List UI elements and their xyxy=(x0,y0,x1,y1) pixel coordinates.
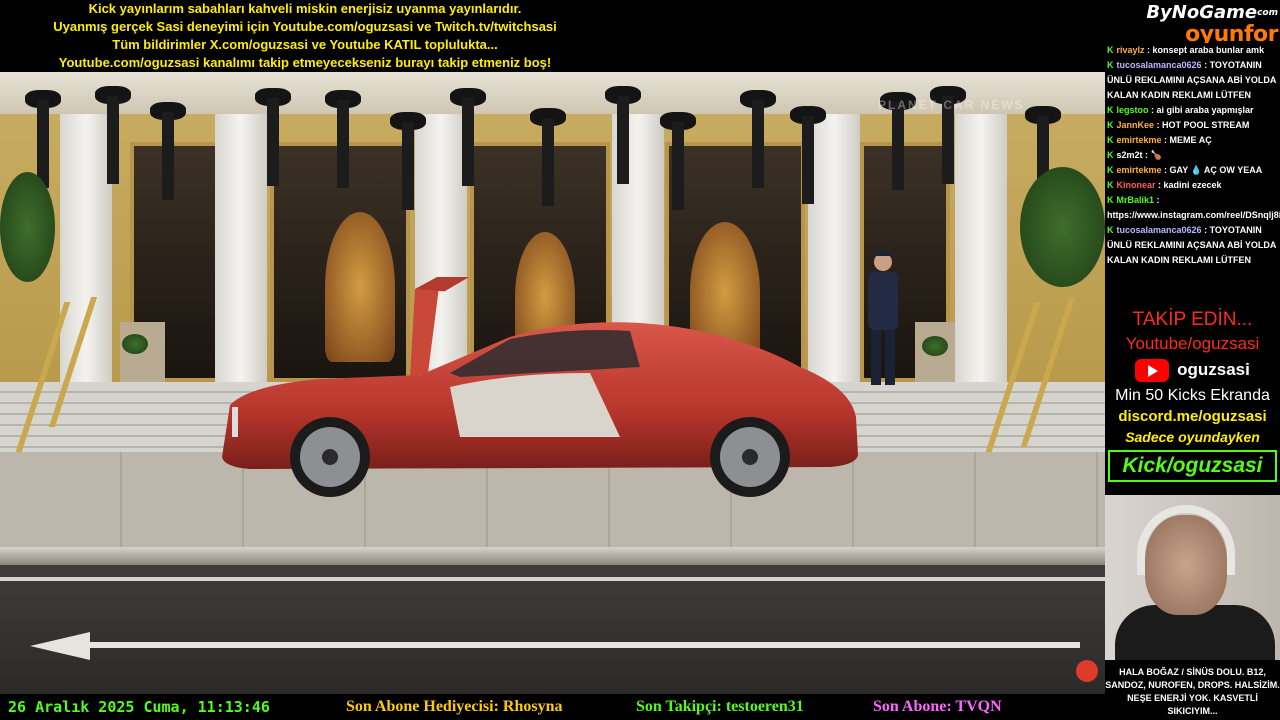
chat-separator: : xyxy=(1161,135,1170,145)
black-bow-decoration xyxy=(255,78,291,188)
kicks-note: Min 50 Kicks Ekranda xyxy=(1115,387,1270,404)
chat-text: GAY 💧 AÇ OW YEAA xyxy=(1169,165,1263,175)
youtube-channel-row[interactable]: oguzsasi xyxy=(1105,355,1280,385)
black-bow-decoration xyxy=(660,102,696,212)
top-banner: Kick yayınlarım sabahları kahveli miskin… xyxy=(0,0,1105,72)
chat-text: MEME AÇ xyxy=(1169,135,1212,145)
chat-separator: : xyxy=(1144,45,1153,55)
chat-message: K JannKee : HOT POOL STREAM xyxy=(1105,118,1280,133)
chat-message: Kemirtekme : GAY 💧 AÇ OW YEAA xyxy=(1105,163,1280,178)
black-bow-decoration xyxy=(390,102,426,212)
chat-username[interactable]: emirtekme xyxy=(1117,165,1162,175)
chat-separator: : xyxy=(1154,120,1163,130)
kick-badge-icon: K xyxy=(1107,165,1114,175)
now-badge-icon xyxy=(1076,660,1098,682)
chat-username[interactable]: Kinonear xyxy=(1117,180,1156,190)
kick-badge-icon: K xyxy=(1107,150,1114,160)
chat-separator: : xyxy=(1161,165,1170,175)
chat-username[interactable]: tucosalamanca0626 xyxy=(1117,225,1202,235)
bottom-ticker: 26 Aralık 2025 Cuma, 11:13:46 Son Abone … xyxy=(0,694,1105,720)
chat-username[interactable]: rivaylz xyxy=(1117,45,1145,55)
last-gifter: Son Abone Hediyecisi: Rhosyna xyxy=(346,698,563,715)
chat-username[interactable]: emirtekme xyxy=(1117,135,1162,145)
road xyxy=(0,565,1105,694)
chat-separator: : xyxy=(1155,180,1164,190)
planter-shrub xyxy=(922,336,948,356)
curb xyxy=(0,547,1105,565)
black-bow-decoration xyxy=(450,78,486,188)
youtube-logo-icon xyxy=(1135,358,1170,382)
datetime-display: 26 Aralık 2025 Cuma, 11:13:46 xyxy=(8,698,270,716)
chat-username[interactable]: legstoo xyxy=(1117,105,1149,115)
chat-username[interactable]: MrBalik1 xyxy=(1117,195,1155,205)
road-line xyxy=(0,577,1105,581)
chat-message: Ks2m2t : 🍗 xyxy=(1105,148,1280,163)
kick-badge-icon: K xyxy=(1107,195,1114,205)
chat-message: Klegstoo : ai gibi araba yapmışlar xyxy=(1105,103,1280,118)
chat-text: kadini ezecek xyxy=(1163,180,1222,190)
sponsor-logo-top: ByNoGamecom xyxy=(1103,2,1278,24)
youtube-channel-name: oguzsasi xyxy=(1177,360,1250,379)
chat-text: konsept araba bunlar amk xyxy=(1152,45,1265,55)
black-bow-decoration xyxy=(930,76,966,186)
chat-message: Krivaylz : konsept araba bunlar amk xyxy=(1105,43,1280,58)
black-bow-decoration xyxy=(325,80,361,190)
chat-text: ai gibi araba yapmışlar xyxy=(1156,105,1254,115)
black-bow-decoration xyxy=(605,76,641,186)
chat-separator: : xyxy=(1201,225,1210,235)
sponsor-name: ByNoGame xyxy=(1146,2,1258,23)
chat-message: K Kinonear : kadini ezecek xyxy=(1105,178,1280,193)
follow-call: TAKİP EDİN... xyxy=(1132,309,1253,330)
chat-separator: : xyxy=(1148,105,1157,115)
last-subscriber: Son Abone: TVQN xyxy=(873,698,1002,715)
chat-separator: : xyxy=(1142,150,1151,160)
chat-separator: : xyxy=(1154,195,1160,205)
chat-panel[interactable]: Krivaylz : konsept araba bunlar amk Ktuco… xyxy=(1105,43,1280,305)
status-note: HALA BOĞAZ / SİNÜS DOLU. B12, SANDOZ, NU… xyxy=(1105,660,1280,720)
banner-line-3: Tüm bildirimler X.com/oguzsasi ve Youtub… xyxy=(112,37,498,52)
black-bow-decoration xyxy=(740,80,776,190)
topiary-tree xyxy=(1020,167,1105,287)
chat-text: 🍗 xyxy=(1150,150,1162,160)
kick-badge-icon: K xyxy=(1107,135,1114,145)
banner-line-2: Uyanmış gerçek Sasi deneyimi için Youtub… xyxy=(53,19,557,34)
kick-badge-icon: K xyxy=(1107,120,1114,130)
concept-car xyxy=(222,277,858,497)
promo-panel: TAKİP EDİN... Youtube/oguzsasi oguzsasi … xyxy=(1105,305,1280,495)
kick-badge-icon: K xyxy=(1107,105,1114,115)
video-watermark: PLANET CAR NEWS xyxy=(878,98,1025,112)
discord-link[interactable]: discord.me/oguzsasi xyxy=(1105,407,1280,426)
black-bow-decoration xyxy=(530,98,566,208)
kick-badge-icon: K xyxy=(1107,60,1114,70)
chat-message: Ktucosalamanca0626 : TOYOTANIN ÜNLÜ REKL… xyxy=(1105,223,1280,268)
kick-badge-icon: K xyxy=(1107,225,1114,235)
chat-separator: : xyxy=(1201,60,1210,70)
kick-badge-icon: K xyxy=(1107,45,1114,55)
youtube-handle[interactable]: Youtube/oguzsasi xyxy=(1105,333,1280,355)
chat-message: Kemirtekme : MEME AÇ xyxy=(1105,133,1280,148)
chat-message: K MrBalik1 : https://www.instagram.com/re… xyxy=(1105,193,1280,223)
banner-line-1: Kick yayınlarım sabahları kahveli miskin… xyxy=(88,1,522,16)
chat-text: https://www.instagram.com/reel/DSnqlj8iE… xyxy=(1107,210,1280,220)
black-bow-decoration xyxy=(95,76,131,186)
last-follower: Son Takipçi: testoeren31 xyxy=(636,698,804,715)
sponsor-suffix: com xyxy=(1257,8,1278,18)
road-arrow-line xyxy=(80,642,1080,648)
chat-username[interactable]: JannKee xyxy=(1117,120,1155,130)
video-player[interactable]: PLANET CAR NEWS xyxy=(0,72,1105,694)
chat-text: HOT POOL STREAM xyxy=(1162,120,1250,130)
planter-shrub xyxy=(122,334,148,354)
topiary-tree xyxy=(0,172,55,282)
chat-username[interactable]: tucosalamanca0626 xyxy=(1117,60,1202,70)
sponsor-logo: ByNoGamecom oyunfor xyxy=(1103,2,1278,48)
banner-line-4: Youtube.com/oguzsasi kanalımı takip etme… xyxy=(58,55,552,70)
chat-message: Ktucosalamanca0626 : TOYOTANIN ÜNLÜ REKL… xyxy=(1105,58,1280,103)
kick-badge-icon: K xyxy=(1107,180,1114,190)
black-bow-decoration xyxy=(790,96,826,206)
chat-username[interactable]: s2m2t xyxy=(1117,150,1143,160)
black-bow-decoration xyxy=(150,92,186,202)
kick-handle-box[interactable]: Kick/oguzsasi xyxy=(1108,450,1277,482)
webcam-feed xyxy=(1105,495,1280,660)
discord-note: Sadece oyundayken xyxy=(1125,429,1260,445)
